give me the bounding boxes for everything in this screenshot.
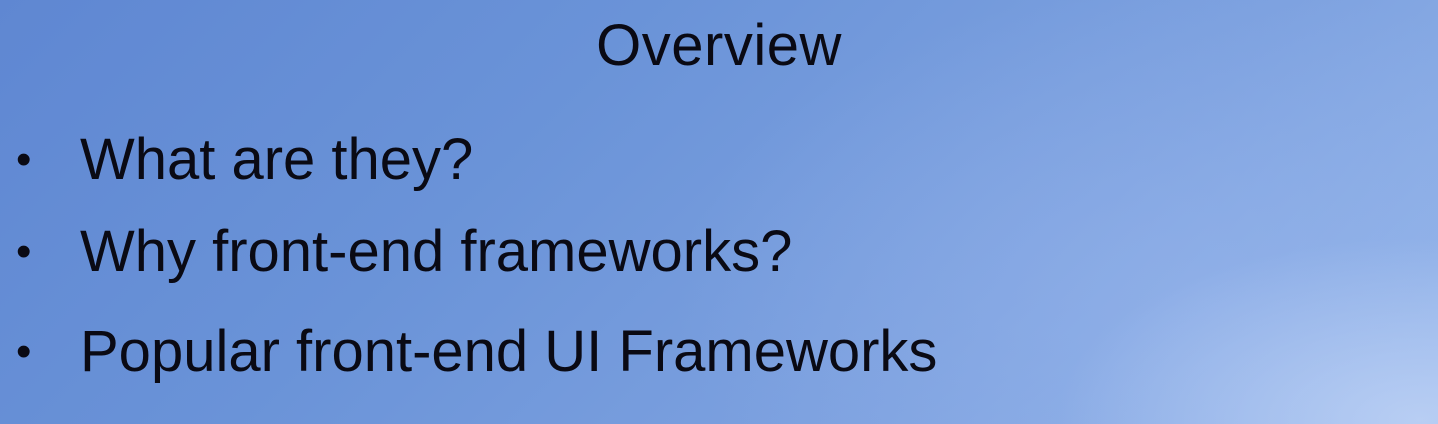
bullet-list: • What are they? • Why front-end framewo…: [14, 118, 937, 402]
list-item: • Why front-end frameworks?: [14, 202, 937, 302]
bullet-text: Why front-end frameworks?: [80, 219, 793, 284]
bullet-marker: •: [16, 135, 32, 184]
list-item: • Popular front-end UI Frameworks: [14, 302, 937, 402]
slide-title: Overview: [596, 13, 842, 78]
bullet-marker: •: [16, 327, 32, 376]
list-item: • What are they?: [14, 118, 937, 202]
bullet-text: What are they?: [80, 127, 474, 192]
presentation-slide: Overview • What are they? • Why front-en…: [0, 0, 1438, 424]
bullet-marker: •: [16, 227, 32, 276]
bullet-text: Popular front-end UI Frameworks: [80, 319, 938, 384]
